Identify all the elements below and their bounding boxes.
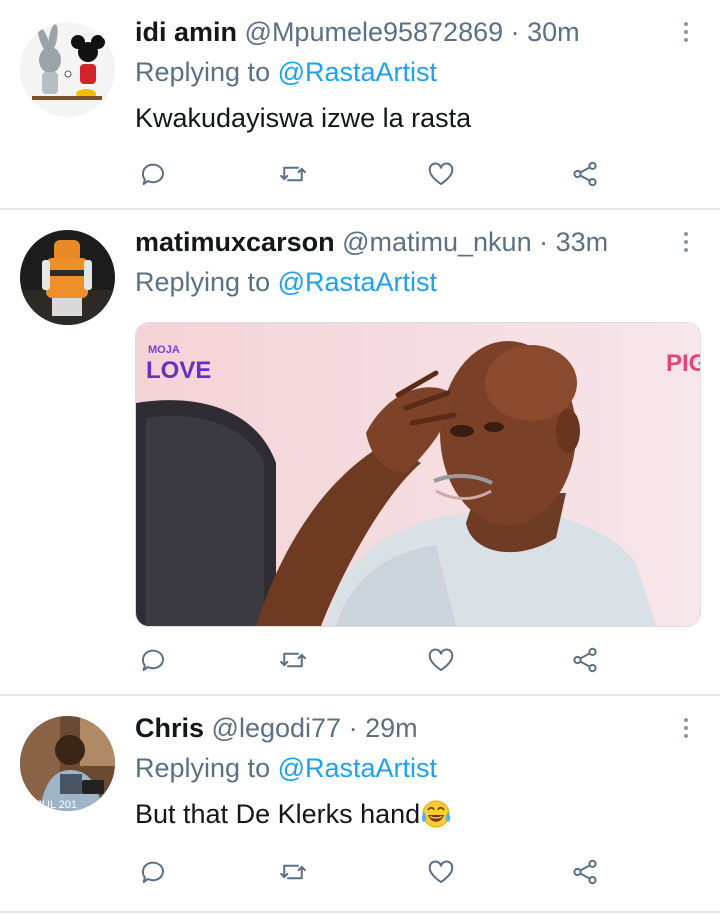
share-icon[interactable] bbox=[567, 642, 603, 678]
display-name[interactable]: idi amin bbox=[135, 17, 237, 47]
like-icon[interactable] bbox=[423, 854, 459, 890]
tweet-text-container: But that De Klerks hand bbox=[135, 796, 690, 832]
reply-icon[interactable] bbox=[135, 156, 171, 192]
user-handle[interactable]: @matimu_nkun bbox=[342, 227, 532, 257]
divider bbox=[0, 911, 720, 913]
replying-to: Replying to @RastaArtist bbox=[135, 750, 690, 786]
user-handle[interactable]: @Mpumele95872869 bbox=[245, 17, 504, 47]
display-name[interactable]: Chris bbox=[135, 713, 204, 743]
like-icon[interactable] bbox=[423, 642, 459, 678]
timestamp[interactable]: 33m bbox=[556, 227, 609, 257]
replying-to: Replying to @RastaArtist bbox=[135, 264, 690, 300]
reply-icon[interactable] bbox=[135, 642, 171, 678]
user-handle[interactable]: @legodi77 bbox=[212, 713, 342, 743]
media-logo-top: MOJA bbox=[148, 344, 180, 356]
separator: · bbox=[341, 713, 366, 743]
timestamp[interactable]: 29m bbox=[365, 713, 418, 743]
tweet-actions bbox=[135, 854, 615, 890]
media-logo-bottom: LOVE bbox=[146, 357, 211, 384]
share-icon[interactable] bbox=[567, 854, 603, 890]
replying-to-handle[interactable]: @RastaArtist bbox=[278, 57, 437, 87]
avatar-date-overlay: S JUL 201 bbox=[26, 799, 77, 811]
more-options-icon[interactable] bbox=[676, 14, 696, 50]
tweet-actions bbox=[135, 642, 615, 678]
separator: · bbox=[531, 227, 556, 257]
reply-icon[interactable] bbox=[135, 854, 171, 890]
avatar[interactable] bbox=[20, 22, 115, 117]
retweet-icon[interactable] bbox=[275, 642, 311, 678]
retweet-icon[interactable] bbox=[275, 156, 311, 192]
replying-to-handle[interactable]: @RastaArtist bbox=[278, 753, 437, 783]
timestamp[interactable]: 30m bbox=[527, 17, 580, 47]
tweet-1[interactable]: idi amin @Mpumele95872869 · 30m Replying… bbox=[0, 0, 720, 208]
tweet-text: But that De Klerks hand bbox=[135, 799, 421, 829]
display-name[interactable]: matimuxcarson bbox=[135, 227, 335, 257]
tweet-actions bbox=[135, 156, 615, 192]
replying-prefix: Replying to bbox=[135, 57, 278, 87]
tweet-text: Kwakudayiswa izwe la rasta bbox=[135, 103, 472, 133]
media-corner-text: PIG bbox=[666, 350, 700, 377]
replying-to: Replying to @RastaArtist bbox=[135, 54, 690, 90]
avatar[interactable] bbox=[20, 230, 115, 325]
retweet-icon[interactable] bbox=[275, 854, 311, 890]
like-icon[interactable] bbox=[423, 156, 459, 192]
tweet-media-image[interactable]: MOJA LOVE PIG bbox=[135, 322, 701, 627]
avatar[interactable]: S JUL 201 bbox=[20, 716, 115, 811]
face-with-tears-of-joy-icon bbox=[421, 800, 451, 828]
replying-prefix: Replying to bbox=[135, 753, 278, 783]
share-icon[interactable] bbox=[567, 156, 603, 192]
replying-to-handle[interactable]: @RastaArtist bbox=[278, 267, 437, 297]
separator: · bbox=[503, 17, 528, 47]
tweet-3[interactable]: S JUL 201 Chris @legodi77 · 29m Replying… bbox=[0, 696, 720, 915]
more-options-icon[interactable] bbox=[676, 710, 696, 746]
replying-prefix: Replying to bbox=[135, 267, 278, 297]
more-options-icon[interactable] bbox=[676, 224, 696, 260]
tweet-2[interactable]: matimuxcarson @matimu_nkun · 33m Replyin… bbox=[0, 210, 720, 694]
